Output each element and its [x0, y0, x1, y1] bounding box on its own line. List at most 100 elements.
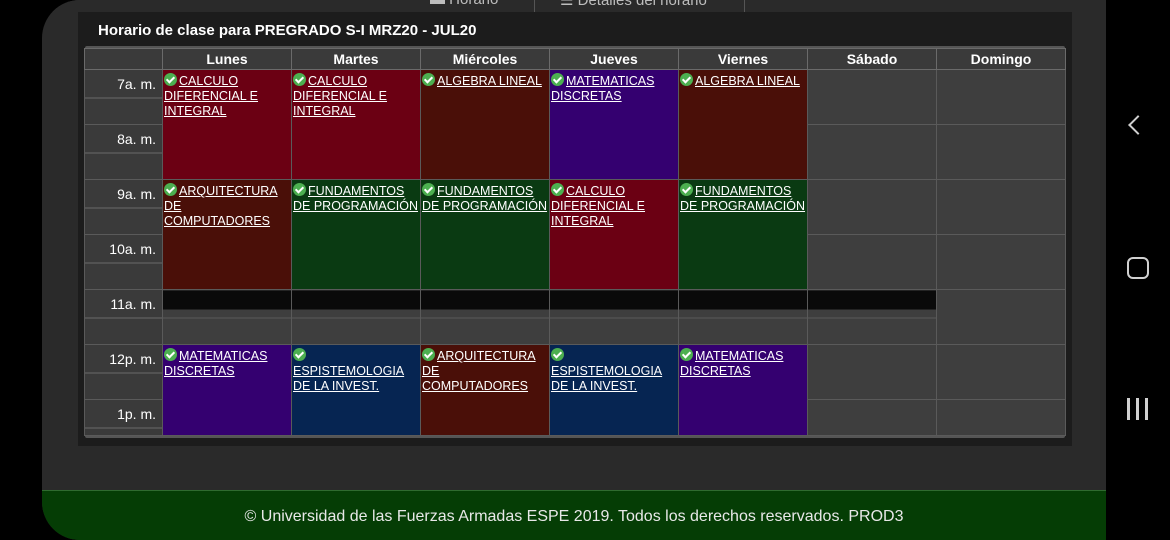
day-header-friday: Viernes [678, 48, 808, 70]
day-header-thursday: Jueves [549, 48, 679, 70]
hour-label-1pm: 1p. m. [84, 399, 163, 436]
course-link[interactable]: DISCRETAS [680, 364, 751, 378]
check-icon [680, 348, 693, 361]
check-icon [293, 183, 306, 196]
empty-slot [807, 234, 937, 290]
course-link[interactable]: DE PROGRAMACIÓN [293, 199, 418, 213]
course-link[interactable]: FUNDAMENTOS [437, 184, 533, 198]
empty-slot [807, 344, 937, 400]
course-link[interactable]: FUNDAMENTOS [308, 184, 404, 198]
course-link[interactable]: DISCRETAS [551, 89, 622, 103]
course-block-wed-9[interactable]: FUNDAMENTOS DE PROGRAMACIÓN [420, 179, 550, 290]
tab-horario[interactable]: ▬ Horario [430, 0, 498, 8]
day-header-wednesday: Miércoles [420, 48, 550, 70]
empty-slot [807, 69, 937, 125]
empty-slot [807, 124, 937, 180]
tab-divider [534, 0, 535, 12]
check-icon [293, 73, 306, 86]
course-link[interactable]: DE PROGRAMACIÓN [422, 199, 547, 213]
recents-bars-icon[interactable] [1127, 398, 1149, 420]
course-block-wed-12[interactable]: ARQUITECTURA DE COMPUTADORES [420, 344, 550, 436]
course-link[interactable]: MATEMATICAS [695, 349, 783, 363]
check-icon [293, 348, 306, 361]
empty-slot [936, 124, 1066, 180]
hour-label-10am: 10a. m. [84, 234, 163, 290]
check-icon [680, 183, 693, 196]
day-header-monday: Lunes [162, 48, 292, 70]
empty-slot [936, 234, 1066, 290]
check-icon [680, 73, 693, 86]
time-column-header [84, 48, 163, 70]
check-icon [551, 73, 564, 86]
empty-slot [936, 69, 1066, 125]
check-icon [164, 183, 177, 196]
schedule-title: Horario de clase para PREGRADO S-I MRZ20… [98, 22, 477, 39]
course-block-tue-9[interactable]: FUNDAMENTOS DE PROGRAMACIÓN [291, 179, 421, 290]
course-block-thu-12[interactable]: ESPISTEMOLOGIA DE LA INVEST. [549, 344, 679, 436]
course-block-fri-9[interactable]: FUNDAMENTOS DE PROGRAMACIÓN [678, 179, 808, 290]
tab-divider [744, 0, 745, 12]
hour-label-9am: 9a. m. [84, 179, 163, 235]
tab-bar: ▬ Horario ☰ Detalles del horario [42, 0, 1106, 12]
course-block-mon-12[interactable]: MATEMATICAS DISCRETAS [162, 344, 292, 436]
check-icon [422, 183, 435, 196]
course-block-thu-7[interactable]: MATEMATICAS DISCRETAS [549, 69, 679, 180]
course-link[interactable]: MATEMATICAS [566, 74, 654, 88]
calendar-icon: ▬ [430, 0, 449, 8]
course-link[interactable]: INTEGRAL [551, 214, 614, 228]
course-block-tue-12[interactable]: ESPISTEMOLOGIA DE LA INVEST. [291, 344, 421, 436]
course-link[interactable]: DIFERENCIAL E [293, 89, 387, 103]
empty-slot [162, 289, 292, 345]
home-square-icon[interactable] [1127, 257, 1149, 279]
course-link[interactable]: ALGEBRA LINEAL [695, 74, 800, 88]
course-link[interactable]: DIFERENCIAL E [164, 89, 258, 103]
course-link[interactable]: CALCULO [308, 74, 367, 88]
empty-slot [678, 289, 808, 345]
course-block-wed-7[interactable]: ALGEBRA LINEAL [420, 69, 550, 180]
course-link[interactable]: INTEGRAL [293, 104, 356, 118]
course-link[interactable]: ESPISTEMOLOGIA [293, 364, 404, 378]
course-link[interactable]: DE COMPUTADORES [164, 199, 270, 228]
course-link[interactable]: ALGEBRA LINEAL [437, 74, 542, 88]
empty-slot [807, 399, 937, 436]
day-header-tuesday: Martes [291, 48, 421, 70]
course-link[interactable]: FUNDAMENTOS [695, 184, 791, 198]
course-block-fri-12[interactable]: MATEMATICAS DISCRETAS [678, 344, 808, 436]
back-chevron-icon[interactable] [1128, 115, 1148, 135]
footer-copyright: © Universidad de las Fuerzas Armadas ESP… [42, 490, 1106, 540]
course-block-tue-7[interactable]: CALCULO DIFERENCIAL E INTEGRAL [291, 69, 421, 180]
schedule-grid: Lunes Martes Miércoles Jueves Viernes Sá… [84, 48, 1066, 436]
day-header-sunday: Domingo [936, 48, 1066, 70]
course-block-fri-7[interactable]: ALGEBRA LINEAL [678, 69, 808, 180]
course-link[interactable]: DE LA INVEST. [293, 379, 379, 393]
course-block-mon-9[interactable]: ARQUITECTURA DE COMPUTADORES [162, 179, 292, 290]
course-link[interactable]: DIFERENCIAL E [551, 199, 645, 213]
course-link[interactable]: DE COMPUTADORES [422, 364, 528, 393]
course-link[interactable]: DE PROGRAMACIÓN [680, 199, 805, 213]
empty-slot [936, 179, 1066, 235]
check-icon [551, 183, 564, 196]
check-icon [164, 348, 177, 361]
course-link[interactable]: ESPISTEMOLOGIA [551, 364, 662, 378]
course-link[interactable]: CALCULO [566, 184, 625, 198]
list-icon: ☰ [560, 0, 578, 9]
course-link[interactable]: DISCRETAS [164, 364, 235, 378]
day-header-saturday: Sábado [807, 48, 937, 70]
course-link[interactable]: INTEGRAL [164, 104, 227, 118]
course-link[interactable]: CALCULO [179, 74, 238, 88]
course-link[interactable]: ARQUITECTURA [437, 349, 536, 363]
check-icon [164, 73, 177, 86]
course-link[interactable]: MATEMATICAS [179, 349, 267, 363]
empty-slot [291, 289, 421, 345]
hour-label-11am: 11a. m. [84, 289, 163, 345]
hour-label-7am: 7a. m. [84, 69, 163, 125]
course-link[interactable]: DE LA INVEST. [551, 379, 637, 393]
tab-detalles-horario[interactable]: ☰ Detalles del horario [560, 0, 707, 9]
course-block-thu-9[interactable]: CALCULO DIFERENCIAL E INTEGRAL [549, 179, 679, 290]
course-block-mon-7[interactable]: CALCULO DIFERENCIAL E INTEGRAL [162, 69, 292, 180]
empty-slot [936, 399, 1066, 436]
empty-slot [807, 179, 937, 235]
check-icon [422, 73, 435, 86]
check-icon [422, 348, 435, 361]
course-link[interactable]: ARQUITECTURA [179, 184, 278, 198]
